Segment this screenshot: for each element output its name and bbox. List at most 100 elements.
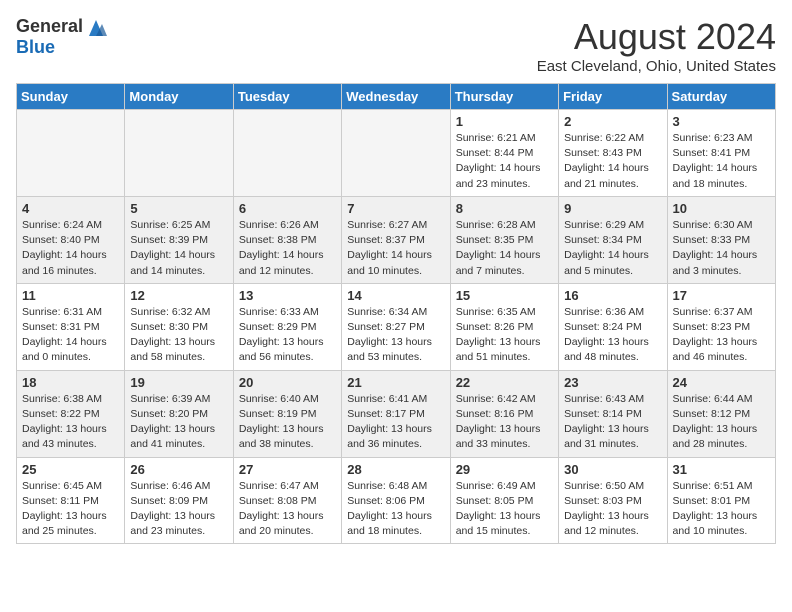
day-header-tuesday: Tuesday xyxy=(233,84,341,110)
day-info: Sunrise: 6:38 AMSunset: 8:22 PMDaylight:… xyxy=(22,392,119,453)
day-number: 7 xyxy=(347,201,444,216)
day-number: 30 xyxy=(564,462,661,477)
day-info: Sunrise: 6:37 AMSunset: 8:23 PMDaylight:… xyxy=(673,305,770,366)
calendar-cell xyxy=(342,110,450,197)
day-info: Sunrise: 6:46 AMSunset: 8:09 PMDaylight:… xyxy=(130,479,227,540)
calendar-cell: 6 Sunrise: 6:26 AMSunset: 8:38 PMDaylight… xyxy=(233,196,341,283)
day-info: Sunrise: 6:47 AMSunset: 8:08 PMDaylight:… xyxy=(239,479,336,540)
day-number: 21 xyxy=(347,375,444,390)
calendar-week-row: 1 Sunrise: 6:21 AMSunset: 8:44 PMDaylight… xyxy=(17,110,776,197)
day-info: Sunrise: 6:28 AMSunset: 8:35 PMDaylight:… xyxy=(456,218,553,279)
calendar-cell: 2 Sunrise: 6:22 AMSunset: 8:43 PMDaylight… xyxy=(559,110,667,197)
month-title: August 2024 xyxy=(537,16,776,58)
day-info: Sunrise: 6:42 AMSunset: 8:16 PMDaylight:… xyxy=(456,392,553,453)
calendar-cell: 8 Sunrise: 6:28 AMSunset: 8:35 PMDaylight… xyxy=(450,196,558,283)
day-header-friday: Friday xyxy=(559,84,667,110)
calendar-week-row: 25 Sunrise: 6:45 AMSunset: 8:11 PMDayligh… xyxy=(17,457,776,544)
day-info: Sunrise: 6:21 AMSunset: 8:44 PMDaylight:… xyxy=(456,131,553,192)
location: East Cleveland, Ohio, United States xyxy=(537,58,776,75)
day-number: 1 xyxy=(456,114,553,129)
day-header-saturday: Saturday xyxy=(667,84,775,110)
day-header-monday: Monday xyxy=(125,84,233,110)
day-info: Sunrise: 6:32 AMSunset: 8:30 PMDaylight:… xyxy=(130,305,227,366)
day-info: Sunrise: 6:24 AMSunset: 8:40 PMDaylight:… xyxy=(22,218,119,279)
page-container: General Blue August 2024 East Cleveland,… xyxy=(0,0,792,556)
day-info: Sunrise: 6:44 AMSunset: 8:12 PMDaylight:… xyxy=(673,392,770,453)
calendar-table: SundayMondayTuesdayWednesdayThursdayFrid… xyxy=(16,83,776,544)
logo-icon xyxy=(85,18,107,36)
day-number: 22 xyxy=(456,375,553,390)
calendar-cell: 10 Sunrise: 6:30 AMSunset: 8:33 PMDayligh… xyxy=(667,196,775,283)
calendar-cell: 19Sunrise: 6:39 AMSunset: 8:20 PMDayligh… xyxy=(125,370,233,457)
day-number: 28 xyxy=(347,462,444,477)
day-number: 20 xyxy=(239,375,336,390)
day-number: 11 xyxy=(22,288,119,303)
calendar-cell: 30 Sunrise: 6:50 AMSunset: 8:03 PMDayligh… xyxy=(559,457,667,544)
calendar-cell: 18Sunrise: 6:38 AMSunset: 8:22 PMDayligh… xyxy=(17,370,125,457)
calendar-cell: 1 Sunrise: 6:21 AMSunset: 8:44 PMDaylight… xyxy=(450,110,558,197)
day-info: Sunrise: 6:36 AMSunset: 8:24 PMDaylight:… xyxy=(564,305,661,366)
day-number: 25 xyxy=(22,462,119,477)
day-info: Sunrise: 6:31 AMSunset: 8:31 PMDaylight:… xyxy=(22,305,119,366)
day-number: 17 xyxy=(673,288,770,303)
day-number: 6 xyxy=(239,201,336,216)
day-number: 16 xyxy=(564,288,661,303)
calendar-cell: 13 Sunrise: 6:33 AMSunset: 8:29 PMDayligh… xyxy=(233,283,341,370)
logo-general-text: General xyxy=(16,16,83,37)
day-info: Sunrise: 6:51 AMSunset: 8:01 PMDaylight:… xyxy=(673,479,770,540)
day-number: 8 xyxy=(456,201,553,216)
day-info: Sunrise: 6:30 AMSunset: 8:33 PMDaylight:… xyxy=(673,218,770,279)
calendar-cell: 14 Sunrise: 6:34 AMSunset: 8:27 PMDayligh… xyxy=(342,283,450,370)
day-number: 23 xyxy=(564,375,661,390)
calendar-cell: 7 Sunrise: 6:27 AMSunset: 8:37 PMDaylight… xyxy=(342,196,450,283)
day-info: Sunrise: 6:45 AMSunset: 8:11 PMDaylight:… xyxy=(22,479,119,540)
day-number: 24 xyxy=(673,375,770,390)
day-number: 4 xyxy=(22,201,119,216)
calendar-cell xyxy=(233,110,341,197)
calendar-cell: 28Sunrise: 6:48 AMSunset: 8:06 PMDayligh… xyxy=(342,457,450,544)
calendar-cell xyxy=(125,110,233,197)
calendar-cell: 11 Sunrise: 6:31 AMSunset: 8:31 PMDayligh… xyxy=(17,283,125,370)
day-number: 2 xyxy=(564,114,661,129)
day-info: Sunrise: 6:22 AMSunset: 8:43 PMDaylight:… xyxy=(564,131,661,192)
day-number: 26 xyxy=(130,462,227,477)
day-info: Sunrise: 6:41 AMSunset: 8:17 PMDaylight:… xyxy=(347,392,444,453)
day-number: 14 xyxy=(347,288,444,303)
logo-blue-text: Blue xyxy=(16,37,55,58)
calendar-cell xyxy=(17,110,125,197)
calendar-cell: 26 Sunrise: 6:46 AMSunset: 8:09 PMDayligh… xyxy=(125,457,233,544)
day-number: 10 xyxy=(673,201,770,216)
calendar-cell: 5Sunrise: 6:25 AMSunset: 8:39 PMDaylight… xyxy=(125,196,233,283)
day-info: Sunrise: 6:50 AMSunset: 8:03 PMDaylight:… xyxy=(564,479,661,540)
calendar-cell: 4 Sunrise: 6:24 AMSunset: 8:40 PMDaylight… xyxy=(17,196,125,283)
logo: General Blue xyxy=(16,16,107,58)
calendar-cell: 23 Sunrise: 6:43 AMSunset: 8:14 PMDayligh… xyxy=(559,370,667,457)
calendar-cell: 22 Sunrise: 6:42 AMSunset: 8:16 PMDayligh… xyxy=(450,370,558,457)
calendar-cell: 17 Sunrise: 6:37 AMSunset: 8:23 PMDayligh… xyxy=(667,283,775,370)
day-number: 29 xyxy=(456,462,553,477)
calendar-cell: 9 Sunrise: 6:29 AMSunset: 8:34 PMDaylight… xyxy=(559,196,667,283)
day-number: 5 xyxy=(130,201,227,216)
day-info: Sunrise: 6:33 AMSunset: 8:29 PMDaylight:… xyxy=(239,305,336,366)
calendar-week-row: 18Sunrise: 6:38 AMSunset: 8:22 PMDayligh… xyxy=(17,370,776,457)
day-info: Sunrise: 6:29 AMSunset: 8:34 PMDaylight:… xyxy=(564,218,661,279)
day-info: Sunrise: 6:34 AMSunset: 8:27 PMDaylight:… xyxy=(347,305,444,366)
calendar-cell: 20 Sunrise: 6:40 AMSunset: 8:19 PMDayligh… xyxy=(233,370,341,457)
day-number: 15 xyxy=(456,288,553,303)
day-header-thursday: Thursday xyxy=(450,84,558,110)
title-area: August 2024 East Cleveland, Ohio, United… xyxy=(537,16,776,75)
day-header-wednesday: Wednesday xyxy=(342,84,450,110)
day-info: Sunrise: 6:49 AMSunset: 8:05 PMDaylight:… xyxy=(456,479,553,540)
day-number: 13 xyxy=(239,288,336,303)
header: General Blue August 2024 East Cleveland,… xyxy=(16,16,776,75)
calendar-cell: 29 Sunrise: 6:49 AMSunset: 8:05 PMDayligh… xyxy=(450,457,558,544)
day-info: Sunrise: 6:26 AMSunset: 8:38 PMDaylight:… xyxy=(239,218,336,279)
day-number: 27 xyxy=(239,462,336,477)
calendar-cell: 3Sunrise: 6:23 AMSunset: 8:41 PMDaylight… xyxy=(667,110,775,197)
day-info: Sunrise: 6:43 AMSunset: 8:14 PMDaylight:… xyxy=(564,392,661,453)
day-number: 9 xyxy=(564,201,661,216)
calendar-cell: 15Sunrise: 6:35 AMSunset: 8:26 PMDayligh… xyxy=(450,283,558,370)
day-info: Sunrise: 6:40 AMSunset: 8:19 PMDaylight:… xyxy=(239,392,336,453)
calendar-cell: 12Sunrise: 6:32 AMSunset: 8:30 PMDayligh… xyxy=(125,283,233,370)
day-info: Sunrise: 6:27 AMSunset: 8:37 PMDaylight:… xyxy=(347,218,444,279)
